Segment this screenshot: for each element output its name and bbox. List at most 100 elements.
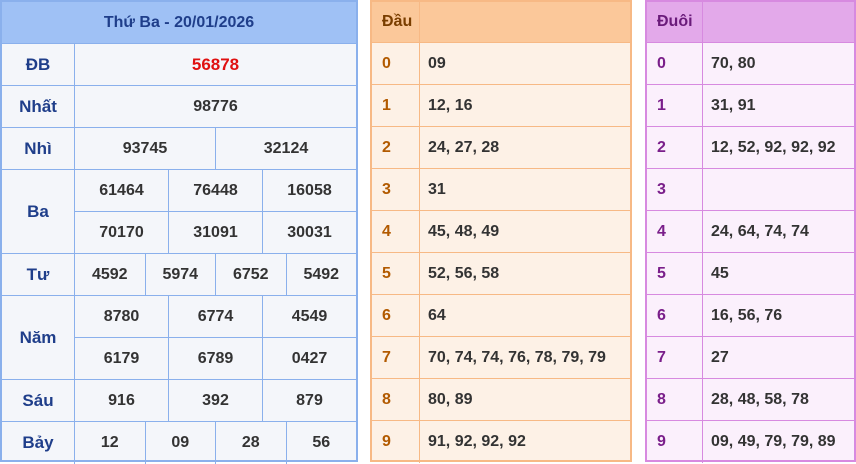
prize-number: 8780 [103, 307, 140, 325]
dau-numbers: 09 [428, 54, 446, 72]
dau-numbers: 24, 27, 28 [428, 138, 500, 156]
duoi-header-label: Đuôi [647, 2, 703, 42]
prize-numbers: 93745 32124 [75, 128, 356, 169]
prize-label: Bảy [2, 422, 75, 464]
results-rows: ĐB 56878 Nhất 98776 Nhì 93745 32124 Ba 61464 7644… [2, 44, 356, 464]
prize-label: Nhất [2, 86, 75, 127]
duoi-row: 4 24, 64, 74, 74 [647, 211, 854, 253]
dau-row: 5 52, 56, 58 [372, 253, 630, 295]
prize-numbers: 61464 76448 16058 70170 31091 30031 [75, 170, 356, 253]
prize-number: 6179 [103, 349, 140, 367]
prize-line: 8780 6774 4549 [75, 296, 356, 337]
prize-number: 6774 [168, 296, 262, 337]
duoi-digit: 3 [647, 169, 703, 210]
dau-digit: 4 [372, 211, 420, 252]
prize-row: Bảy 12 09 28 56 [2, 422, 356, 464]
prize-number: 32124 [215, 128, 356, 169]
prize-line: 6179 6789 0427 [75, 337, 356, 379]
prize-numbers: 12 09 28 56 [75, 422, 356, 464]
duoi-numbers: 24, 64, 74, 74 [711, 222, 809, 240]
dau-row: 0 09 [372, 43, 630, 85]
prize-number: 09 [144, 422, 216, 464]
duoi-rows: 0 70, 80 1 31, 91 2 12, 52, 92, 92, 92 3 4 24, 6… [647, 43, 854, 463]
prize-line: 4592 5974 6752 5492 [75, 254, 356, 295]
prize-number: 56 [285, 422, 357, 464]
duoi-numbers: 12, 52, 92, 92, 92 [711, 138, 836, 156]
dau-numbers: 64 [428, 306, 446, 324]
prize-number: 12 [100, 434, 119, 451]
prize-number: 879 [262, 380, 356, 421]
duoi-row: 3 [647, 169, 854, 211]
duoi-header: Đuôi [647, 2, 854, 43]
prize-line: 56878 [75, 44, 356, 85]
dau-row: 9 91, 92, 92, 92 [372, 421, 630, 463]
prize-label: Tư [2, 254, 75, 295]
prize-number: 0427 [262, 338, 356, 379]
duoi-row: 1 31, 91 [647, 85, 854, 127]
prize-number: 93745 [122, 139, 168, 157]
results-title: Thứ Ba - 20/01/2026 [2, 2, 356, 44]
prize-number: 6789 [168, 338, 262, 379]
prize-number: 4592 [91, 265, 128, 283]
dau-row: 2 24, 27, 28 [372, 127, 630, 169]
dau-row: 6 64 [372, 295, 630, 337]
dau-rows: 0 09 1 12, 16 2 24, 27, 28 3 31 4 45, 48, 49 5 52, … [372, 43, 630, 463]
dau-numbers: 91, 92, 92, 92 [428, 433, 526, 450]
dau-digit: 7 [372, 337, 420, 378]
duoi-numbers: 70, 80 [711, 54, 756, 72]
prize-numbers: 56878 [75, 44, 356, 85]
special-prize-number: 56878 [191, 54, 240, 74]
prize-number: 61464 [99, 181, 144, 199]
dau-numbers: 45, 48, 49 [428, 222, 500, 240]
duoi-digit: 6 [647, 295, 703, 336]
dau-row: 3 31 [372, 169, 630, 211]
prize-number: 392 [168, 380, 262, 421]
prize-numbers: 8780 6774 4549 6179 6789 0427 [75, 296, 356, 379]
prize-label: Nhì [2, 128, 75, 169]
dau-table: Đầu 0 09 1 12, 16 2 24, 27, 28 3 31 4 45, 48, 49 5… [370, 0, 632, 463]
dau-row: 7 70, 74, 74, 76, 78, 79, 79 [372, 337, 630, 379]
duoi-digit: 9 [647, 421, 703, 463]
dau-digit: 1 [372, 85, 420, 126]
duoi-table: Đuôi 0 70, 80 1 31, 91 2 12, 52, 92, 92, 92 3 4… [645, 0, 856, 463]
prize-number: 76448 [168, 170, 262, 211]
prize-row: ĐB 56878 [2, 44, 356, 86]
prize-label: Sáu [2, 380, 75, 421]
dau-row: 4 45, 48, 49 [372, 211, 630, 253]
duoi-row: 2 12, 52, 92, 92, 92 [647, 127, 854, 169]
prize-number: 70170 [99, 223, 144, 241]
prize-row: Sáu 916 392 879 [2, 380, 356, 422]
prize-numbers: 916 392 879 [75, 380, 356, 421]
prize-number: 16058 [262, 170, 356, 211]
prize-row: Năm 8780 6774 4549 6179 6789 0427 [2, 296, 356, 380]
duoi-digit: 5 [647, 253, 703, 294]
prize-label: ĐB [2, 44, 75, 85]
prize-number: 31091 [168, 212, 262, 253]
prize-numbers: 98776 [75, 86, 356, 127]
results-table: Thứ Ba - 20/01/2026 ĐB 56878 Nhất 98776 Nhì 9… [0, 0, 358, 464]
dau-digit: 8 [372, 379, 420, 420]
prize-line: 93745 32124 [75, 128, 356, 169]
duoi-numbers: 45 [711, 264, 729, 282]
duoi-digit: 7 [647, 337, 703, 378]
dau-numbers: 12, 16 [428, 96, 473, 114]
prize-row: Tư 4592 5974 6752 5492 [2, 254, 356, 296]
duoi-digit: 8 [647, 379, 703, 420]
prize-number: 5974 [144, 254, 216, 295]
duoi-row: 9 09, 49, 79, 79, 89 [647, 421, 854, 463]
duoi-numbers: 28, 48, 58, 78 [711, 390, 809, 408]
dau-digit: 0 [372, 43, 420, 84]
duoi-header-spacer [703, 2, 854, 42]
duoi-row: 6 16, 56, 76 [647, 295, 854, 337]
dau-header: Đầu [372, 2, 630, 43]
prize-line: 98776 [75, 86, 356, 127]
duoi-numbers: 09, 49, 79, 79, 89 [711, 433, 836, 450]
duoi-row: 8 28, 48, 58, 78 [647, 379, 854, 421]
dau-numbers: 70, 74, 74, 76, 78, 79, 79 [428, 348, 606, 366]
duoi-digit: 2 [647, 127, 703, 168]
duoi-digit: 0 [647, 43, 703, 84]
dau-numbers: 31 [428, 180, 446, 198]
duoi-numbers: 31, 91 [711, 96, 756, 114]
dau-row: 8 80, 89 [372, 379, 630, 421]
dau-digit: 2 [372, 127, 420, 168]
